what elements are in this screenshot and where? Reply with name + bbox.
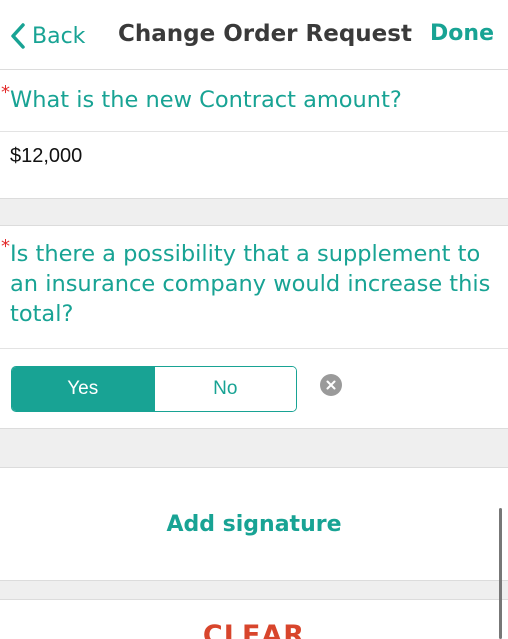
close-icon (326, 380, 336, 390)
option-yes-button[interactable]: Yes (12, 367, 154, 411)
yes-no-segmented-control: Yes No (11, 366, 297, 412)
question-supplement: * Is there a possibility that a suppleme… (1, 236, 505, 329)
required-marker: * (1, 82, 10, 103)
scrollbar[interactable] (499, 508, 502, 639)
back-label: Back (32, 23, 86, 49)
page-title: Change Order Request (118, 21, 412, 47)
section-gap (0, 198, 508, 226)
close-circle-icon[interactable] (320, 374, 342, 396)
chevron-left-icon (11, 23, 25, 49)
contract-amount-field[interactable]: $12,000 (10, 145, 82, 168)
required-marker: * (1, 236, 10, 257)
divider (0, 348, 508, 349)
section-gap (0, 580, 508, 600)
add-signature-label: Add signature (166, 511, 342, 537)
divider (0, 131, 508, 132)
question-label: What is the new Contract amount? (10, 87, 402, 113)
nav-bar: Back Change Order Request Done (0, 0, 508, 70)
option-no-button[interactable]: No (153, 367, 296, 411)
section-gap (0, 428, 508, 468)
clear-button[interactable]: CLEAR (0, 600, 508, 639)
clear-label: CLEAR (202, 620, 306, 639)
add-signature-button[interactable]: Add signature (0, 468, 508, 580)
question-label: Is there a possibility that a supplement… (10, 241, 491, 327)
back-button[interactable]: Back (10, 20, 85, 52)
done-button[interactable]: Done (430, 21, 494, 46)
question-contract-amount: * What is the new Contract amount? (1, 82, 402, 115)
